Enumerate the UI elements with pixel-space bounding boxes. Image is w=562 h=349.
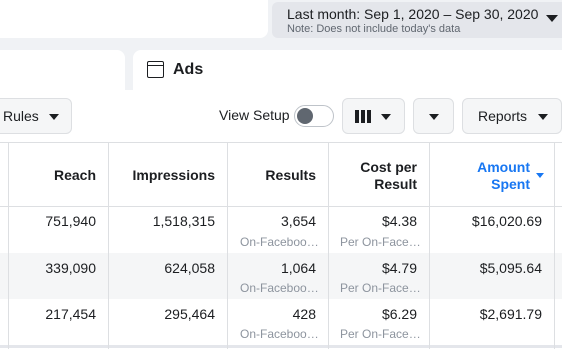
amount-spent-line2: Spent [491, 176, 530, 192]
cost-per-result-line1: Cost per [360, 159, 417, 175]
tab-ads-label: Ads [173, 61, 204, 78]
cell-reach: 217,454 [45, 306, 96, 322]
date-range-picker[interactable]: Last month: Sep 1, 2020 – Sep 30, 2020 N… [272, 2, 562, 38]
column-divider [429, 143, 430, 349]
cell-cost-type: Per On-Face… [340, 327, 420, 341]
columns-dropdown[interactable] [342, 98, 405, 134]
cell-cost-per-result: $4.38 [381, 213, 417, 229]
table-top-border [0, 142, 562, 143]
breakdown-dropdown[interactable] [413, 98, 454, 134]
chevron-down-icon [546, 15, 558, 22]
column-header-results[interactable]: Results [229, 167, 316, 184]
column-header-impressions[interactable]: Impressions [110, 167, 215, 184]
header-divider [0, 206, 562, 207]
rules-dropdown[interactable]: Rules [0, 98, 72, 134]
column-header-cost-per-result[interactable]: Cost per Result [330, 159, 417, 193]
column-header-reach[interactable]: Reach [10, 167, 96, 184]
cost-per-result-line2: Result [374, 176, 417, 192]
chevron-down-icon [381, 114, 391, 120]
column-divider [328, 143, 329, 349]
cell-amount-spent: $5,095.64 [479, 260, 542, 276]
column-divider [227, 143, 228, 349]
chevron-down-icon [538, 114, 548, 120]
column-divider [8, 143, 9, 349]
view-setup-label: View Setup [219, 107, 290, 123]
ads-icon [147, 61, 164, 78]
toggle-knob [297, 108, 313, 124]
cell-results-type: On-Faceboo… [240, 281, 319, 295]
amount-spent-line1: Amount [477, 159, 530, 175]
rules-label: Rules [3, 108, 39, 124]
chevron-down-icon [429, 114, 439, 120]
view-setup-toggle[interactable] [294, 105, 334, 127]
search-filter-box[interactable] [0, 0, 268, 38]
cell-cost-per-result: $6.29 [381, 306, 417, 322]
cell-cost-type: Per On-Face… [340, 235, 420, 249]
cell-amount-spent: $16,020.69 [471, 213, 542, 229]
horizontal-scrollbar[interactable] [0, 345, 562, 348]
reports-dropdown[interactable]: Reports [462, 98, 562, 134]
cell-results: 1,064 [280, 260, 316, 276]
cell-cost-type: Per On-Face… [340, 281, 420, 295]
column-header-amount-spent[interactable]: Amount Spent [431, 159, 530, 193]
date-range-label: Last month: Sep 1, 2020 – Sep 30, 2020 [287, 6, 539, 22]
cell-reach: 339,090 [45, 260, 96, 276]
cell-impressions: 295,464 [164, 306, 215, 322]
reports-label: Reports [478, 108, 528, 124]
cell-results-type: On-Faceboo… [240, 327, 319, 341]
column-divider [108, 143, 109, 349]
cell-results: 3,654 [280, 213, 316, 229]
tab-ad-sets[interactable] [0, 50, 125, 90]
cell-reach: 751,940 [45, 213, 96, 229]
date-range-note: Note: Does not include today's data [287, 23, 461, 35]
cell-results-type: On-Faceboo… [240, 235, 319, 249]
cell-impressions: 624,058 [164, 260, 215, 276]
tab-ads[interactable]: Ads [133, 50, 562, 90]
sort-descending-icon [536, 173, 544, 178]
column-divider [554, 143, 555, 349]
cell-amount-spent: $2,691.79 [479, 306, 542, 322]
cell-results: 428 [292, 306, 316, 322]
cell-cost-per-result: $4.79 [381, 260, 417, 276]
chevron-down-icon [49, 114, 59, 120]
columns-icon [355, 110, 371, 123]
cell-impressions: 1,518,315 [152, 213, 215, 229]
